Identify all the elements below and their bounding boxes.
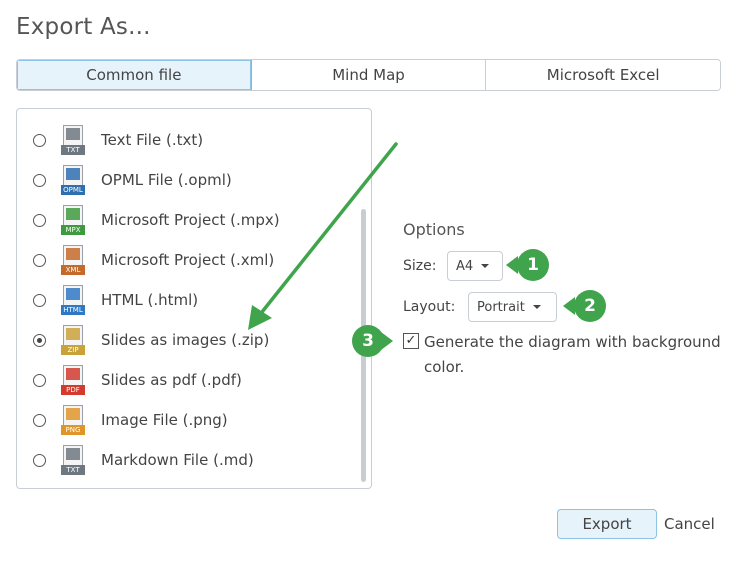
dialog-title: Export As... [16,14,151,40]
html-file-icon: HTML [61,285,85,315]
format-radio[interactable] [33,453,46,467]
opml-file-icon: OPML [61,165,85,195]
format-label: Markdown File (.md) [101,451,254,469]
format-radio[interactable] [33,213,46,227]
layout-label: Layout: [403,299,456,315]
format-label: Microsoft Project (.mpx) [101,211,280,229]
format-option[interactable]: HTML HTML (.html) [33,282,333,318]
format-option[interactable]: OPML OPML File (.opml) [33,162,333,198]
background-color-label: Generate the diagram with background col… [424,333,721,376]
chevron-down-icon [532,305,541,309]
format-label: Slides as pdf (.pdf) [101,371,242,389]
png-file-icon: PNG [61,405,85,435]
callout-badge-1: 1 [517,249,549,281]
format-option[interactable]: TXT Markdown File (.md) [33,442,333,478]
background-color-checkbox[interactable]: ✓ [403,333,419,349]
text-file-icon: TXT [61,125,85,155]
format-option[interactable]: XML Microsoft Project (.xml) [33,242,333,278]
layout-dropdown[interactable]: Portrait [468,292,557,322]
format-option[interactable]: MPX Microsoft Project (.mpx) [33,202,333,238]
format-radio[interactable] [33,413,46,427]
format-radio[interactable] [33,373,46,387]
format-label: OPML File (.opml) [101,171,232,189]
format-radio[interactable] [33,173,46,187]
format-radio[interactable] [33,333,46,347]
markdown-file-icon: TXT [61,445,85,475]
export-button[interactable]: Export [557,509,657,539]
format-radio[interactable] [33,293,46,307]
xml-file-icon: XML [61,245,85,275]
format-radio[interactable] [33,133,46,147]
format-option[interactable]: PNG Image File (.png) [33,402,333,438]
export-category-tabs: Common file Mind Map Microsoft Excel [16,59,721,91]
callout-badge-2: 2 [574,290,606,322]
options-heading: Options [403,220,465,239]
format-option[interactable]: ZIP Slides as images (.zip) [33,322,333,358]
zip-file-icon: ZIP [61,325,85,355]
pdf-file-icon: PDF [61,365,85,395]
size-dropdown[interactable]: A4 [447,251,503,281]
callout-3-pointer [381,332,393,350]
format-option[interactable]: TXT Text File (.txt) [33,122,333,158]
format-label: Text File (.txt) [101,131,204,149]
format-label: HTML (.html) [101,291,199,309]
callout-badge-3: 3 [352,325,384,357]
format-radio[interactable] [33,253,46,267]
size-value: A4 [456,258,474,274]
format-label: Slides as images (.zip) [101,331,270,349]
layout-value: Portrait [477,299,525,315]
tab-mind-map[interactable]: Mind Map [251,60,487,90]
tab-microsoft-excel[interactable]: Microsoft Excel [486,60,720,90]
mpx-file-icon: MPX [61,205,85,235]
cancel-button[interactable]: Cancel [664,509,715,539]
format-label: Image File (.png) [101,411,228,429]
tab-common-file[interactable]: Common file [17,60,252,90]
chevron-down-icon [481,264,490,268]
size-label: Size: [403,258,437,274]
format-label: Microsoft Project (.xml) [101,251,275,269]
format-option[interactable]: PDF Slides as pdf (.pdf) [33,362,333,398]
